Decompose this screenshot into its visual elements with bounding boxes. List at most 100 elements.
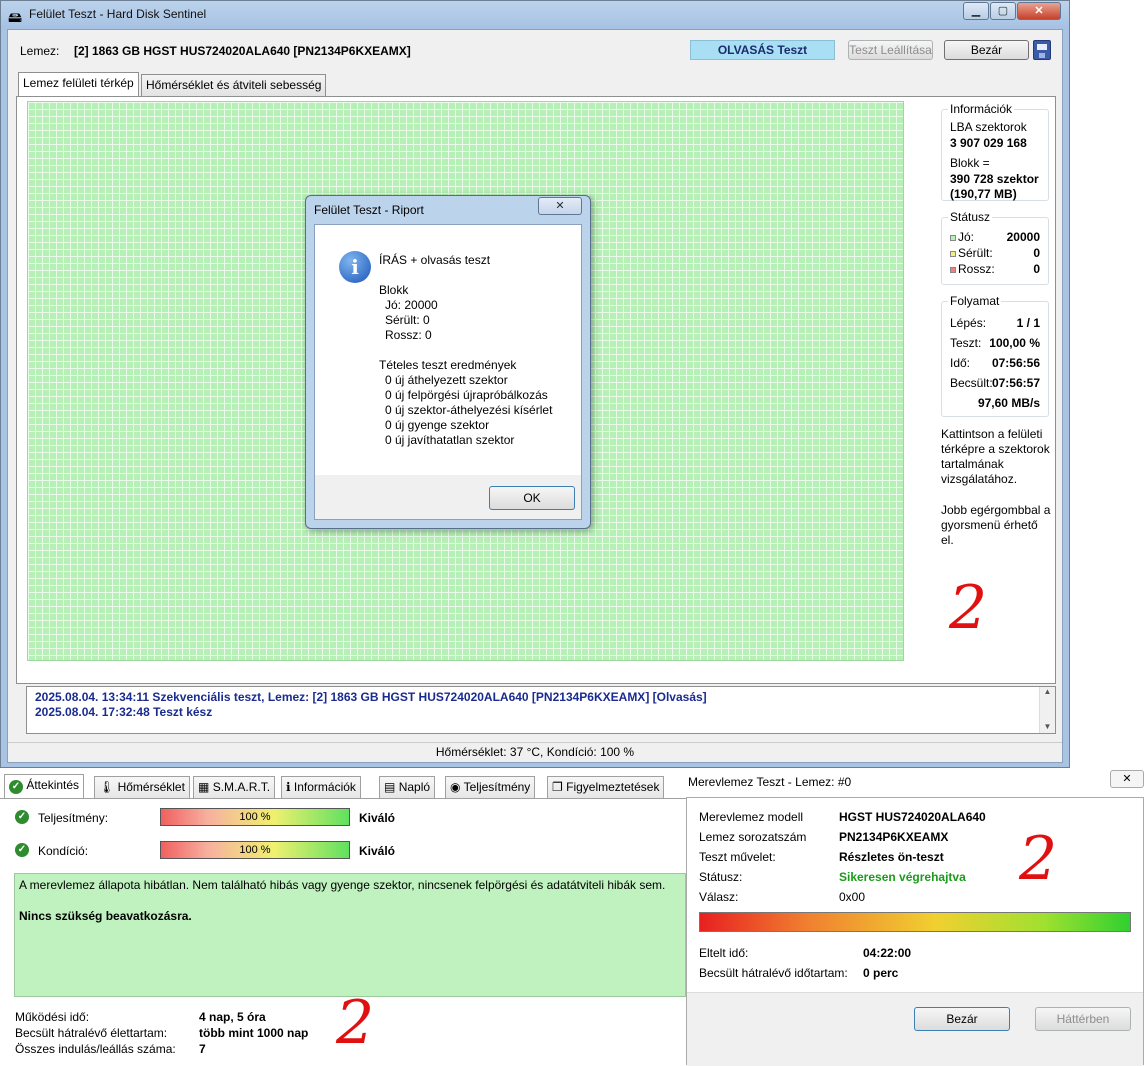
tab-temperature-speed[interactable]: Hőmérséklet és átviteli sebesség	[141, 74, 327, 96]
estimated-label: Becsült:	[950, 376, 993, 390]
performance-rating: Kiváló	[359, 811, 396, 825]
maximize-button[interactable]: ▢	[990, 2, 1016, 20]
operation-value: Részletes ön-teszt	[839, 850, 944, 864]
report-dialog-close-button[interactable]: ✕	[538, 197, 582, 215]
selftest-progress-bar	[699, 912, 1131, 932]
uptime-label: Működési idő:	[15, 1010, 90, 1024]
document-icon: ▤	[384, 780, 396, 794]
report-content: i ÍRÁS + olvasás teszt Blokk Jó: 20000 S…	[315, 225, 581, 475]
tab-smart[interactable]: ▦ S.M.A.R.T.	[193, 776, 276, 798]
tab-information[interactable]: ℹ Információk	[281, 776, 361, 798]
info-group-title: Információk	[948, 102, 1015, 116]
damaged-label: Sérült:	[950, 246, 993, 260]
report-line: Jó: 20000	[385, 298, 438, 312]
status-message: A merevlemez állapota hibátlan. Nem talá…	[19, 878, 666, 892]
step-value: 1 / 1	[1016, 316, 1040, 330]
selftest-close-icon[interactable]: ✕	[1110, 770, 1144, 788]
model-label: Merevlemez modell	[699, 810, 804, 824]
check-icon: ✓	[9, 780, 23, 794]
pages-icon: ❐	[552, 780, 563, 794]
good-value: 20000	[1006, 230, 1040, 244]
elapsed-label: Eltelt idő:	[699, 946, 749, 960]
status-bar-text: Hőmérséklet: 37 °C, Kondíció: 100 %	[435, 745, 635, 759]
tab-surface-map[interactable]: Lemez felületi térkép	[18, 72, 139, 96]
title-bar[interactable]: 🖴 Felület Teszt - Hard Disk Sentinel ▁ ▢…	[1, 1, 1069, 29]
selftest-status-label: Státusz:	[699, 870, 743, 884]
bad-label: Rossz:	[950, 262, 995, 276]
report-dialog-body: i ÍRÁS + olvasás teszt Blokk Jó: 20000 S…	[314, 224, 582, 520]
lba-label: LBA szektorok	[950, 120, 1027, 134]
condition-rating: Kiváló	[359, 844, 396, 858]
condition-label: Kondíció:	[38, 844, 89, 858]
report-dialog-title: Felület Teszt - Riport	[314, 203, 424, 217]
close-window-button[interactable]: ✕	[1017, 2, 1061, 20]
status-message-bold: Nincs szükség beavatkozásra.	[19, 909, 192, 923]
startstop-label: Összes indulás/leállás száma:	[15, 1042, 176, 1056]
reply-value: 0x00	[839, 890, 866, 904]
selftest-dialog: Merevlemez Teszt - Lemez: #0 ✕ Merevleme…	[686, 770, 1146, 1066]
close-button[interactable]: Bezár	[944, 40, 1029, 60]
uptime-value: 4 nap, 5 óra	[199, 1010, 266, 1024]
info-small-icon: ℹ	[286, 780, 291, 794]
time-value: 07:56:56	[991, 356, 1040, 370]
thermometer-icon: 🌡	[99, 780, 115, 794]
condition-bar: 100 %	[160, 841, 350, 859]
selftest-footer: Bezár Háttérben	[687, 992, 1143, 1066]
damaged-value: 0	[1033, 246, 1040, 260]
handwritten-annotation: 2	[1019, 824, 1058, 894]
tab-temperature[interactable]: 🌡 Hőmérséklet	[94, 776, 190, 798]
good-label: Jó:	[950, 230, 974, 244]
log-scrollbar[interactable]: ▲ ▼	[1039, 687, 1055, 733]
bad-color-icon	[950, 266, 956, 273]
test-label: Teszt:	[950, 336, 982, 350]
minimize-button[interactable]: ▁	[963, 2, 989, 20]
handwritten-annotation: 2	[336, 988, 375, 1058]
lifetime-label: Becsült hátralévő élettartam:	[15, 1026, 168, 1040]
save-icon[interactable]	[1033, 40, 1051, 60]
log-line: 2025.08.04. 17:32:48 Teszt kész	[35, 705, 213, 719]
selftest-dialog-title: Merevlemez Teszt - Lemez: #0	[688, 775, 852, 789]
report-line: Sérült: 0	[385, 313, 430, 327]
serial-label: Lemez sorozatszám	[699, 830, 807, 844]
block-size: (190,77 MB)	[950, 187, 1017, 201]
disk-value: [2] 1863 GB HGST HUS724020ALA640 [PN2134…	[74, 44, 411, 58]
scroll-up-icon[interactable]: ▲	[1040, 687, 1055, 696]
damaged-color-icon	[950, 250, 956, 257]
event-log[interactable]: 2025.08.04. 13:34:11 Szekvenciális teszt…	[26, 686, 1056, 734]
condition-check-icon: ✓	[15, 843, 29, 857]
report-line: Rossz: 0	[385, 328, 432, 342]
elapsed-value: 04:22:00	[863, 946, 912, 960]
progress-group-title: Folyamat	[948, 294, 1002, 308]
report-line: Tételes teszt eredmények	[379, 358, 517, 372]
lifetime-value: több mint 1000 nap	[199, 1026, 309, 1040]
startstop-value: 7	[199, 1042, 206, 1056]
status-bar: Hőmérséklet: 37 °C, Kondíció: 100 %	[8, 742, 1062, 762]
status-group: Státusz Jó: 20000 Sérült: 0 Rossz: 0	[941, 210, 1049, 285]
model-value: HGST HUS724020ALA640	[839, 810, 986, 824]
estimated-value: 07:56:57	[991, 376, 1040, 390]
report-line: 0 új áthelyezett szektor	[385, 373, 508, 387]
disk-label: Lemez:	[20, 44, 60, 58]
info-icon: i	[339, 251, 371, 283]
serial-value: PN2134P6KXEAMX	[839, 830, 949, 844]
background-button[interactable]: Háttérben	[1035, 1007, 1131, 1031]
window-title: Felület Teszt - Hard Disk Sentinel	[29, 7, 207, 21]
tab-performance[interactable]: ◉ Teljesítmény	[445, 776, 536, 798]
tab-overview[interactable]: ✓ Áttekintés	[4, 774, 85, 799]
overview-panel: ✓ Áttekintés 🌡 Hőmérséklet ▦ S.M.A.R.T. …	[0, 770, 686, 1065]
tab-alerts[interactable]: ❐ Figyelmeztetések	[547, 776, 665, 798]
lba-value: 3 907 029 168	[950, 136, 1027, 150]
step-label: Lépés:	[950, 316, 987, 330]
report-line: Blokk	[379, 283, 409, 297]
selftest-status-value: Sikeresen végrehajtva	[839, 870, 966, 884]
stop-test-button[interactable]: Teszt Leállítása	[848, 40, 933, 60]
ok-button[interactable]: OK	[489, 486, 575, 510]
operation-label: Teszt művelet:	[699, 850, 776, 864]
performance-label: Teljesítmény:	[38, 811, 109, 825]
selftest-close-button[interactable]: Bezár	[914, 1007, 1010, 1031]
block-value: 390 728 szektor	[950, 172, 1039, 186]
tab-log[interactable]: ▤ Napló	[379, 776, 436, 798]
speed-value: 97,60 MB/s	[977, 396, 1040, 410]
report-line: ÍRÁS + olvasás teszt	[379, 253, 491, 267]
scroll-down-icon[interactable]: ▼	[1040, 722, 1055, 731]
